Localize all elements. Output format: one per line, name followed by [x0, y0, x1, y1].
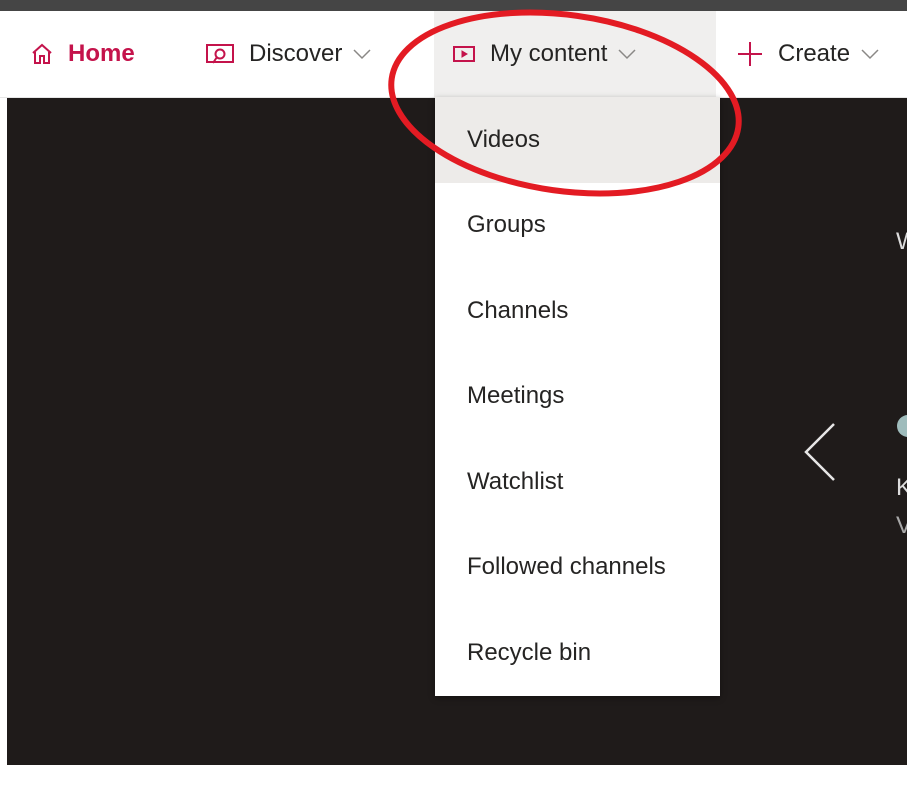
dropdown-item-label: Groups: [467, 211, 546, 239]
dropdown-item-label: Meetings: [467, 382, 565, 410]
chevron-down-icon: [617, 48, 637, 60]
video-frame-icon: [452, 44, 476, 64]
dropdown-item-label: Videos: [467, 125, 540, 153]
hero-partial-text-2: K: [896, 474, 907, 501]
chevron-down-icon: [860, 48, 880, 60]
chevron-down-icon: [352, 48, 372, 60]
nav-my-content-label: My content: [490, 40, 608, 67]
dropdown-item-label: Channels: [467, 296, 569, 324]
stream-page: Home Discover My content Create K V Vide…: [0, 0, 907, 793]
dropdown-item-label: Followed channels: [467, 553, 666, 581]
nav-create[interactable]: Create: [736, 11, 880, 97]
dropdown-item-watchlist[interactable]: Watchlist: [435, 439, 720, 525]
dropdown-item-label: Watchlist: [467, 467, 564, 495]
discover-icon: [205, 42, 235, 66]
nav-home[interactable]: Home: [30, 11, 135, 97]
dropdown-item-groups[interactable]: Groups: [435, 183, 720, 269]
nav-discover-label: Discover: [249, 40, 343, 67]
nav-home-label: Home: [68, 40, 135, 67]
nav-discover[interactable]: Discover: [205, 11, 372, 97]
dropdown-item-recycle-bin[interactable]: Recycle bin: [435, 610, 720, 696]
dropdown-item-followed-channels[interactable]: Followed channels: [435, 525, 720, 611]
nav-my-content[interactable]: My content: [434, 11, 716, 97]
dropdown-item-meetings[interactable]: Meetings: [435, 354, 720, 440]
window-top-strip: [0, 0, 907, 11]
plus-icon: [736, 40, 764, 68]
nav-create-label: Create: [778, 40, 851, 67]
top-navigation-bar: Home Discover My content Create: [0, 11, 907, 98]
chevron-left-icon: [804, 423, 835, 481]
home-icon: [30, 42, 54, 66]
carousel-previous-button[interactable]: [800, 420, 840, 484]
dropdown-item-label: Recycle bin: [467, 638, 592, 666]
my-content-dropdown-menu: Videos Groups Channels Meetings Watchlis…: [435, 97, 720, 696]
dropdown-item-videos[interactable]: Videos: [435, 97, 720, 183]
dropdown-item-channels[interactable]: Channels: [435, 268, 720, 354]
hero-partial-text-1: W: [896, 228, 907, 256]
hero-partial-text-3: V: [896, 512, 907, 539]
